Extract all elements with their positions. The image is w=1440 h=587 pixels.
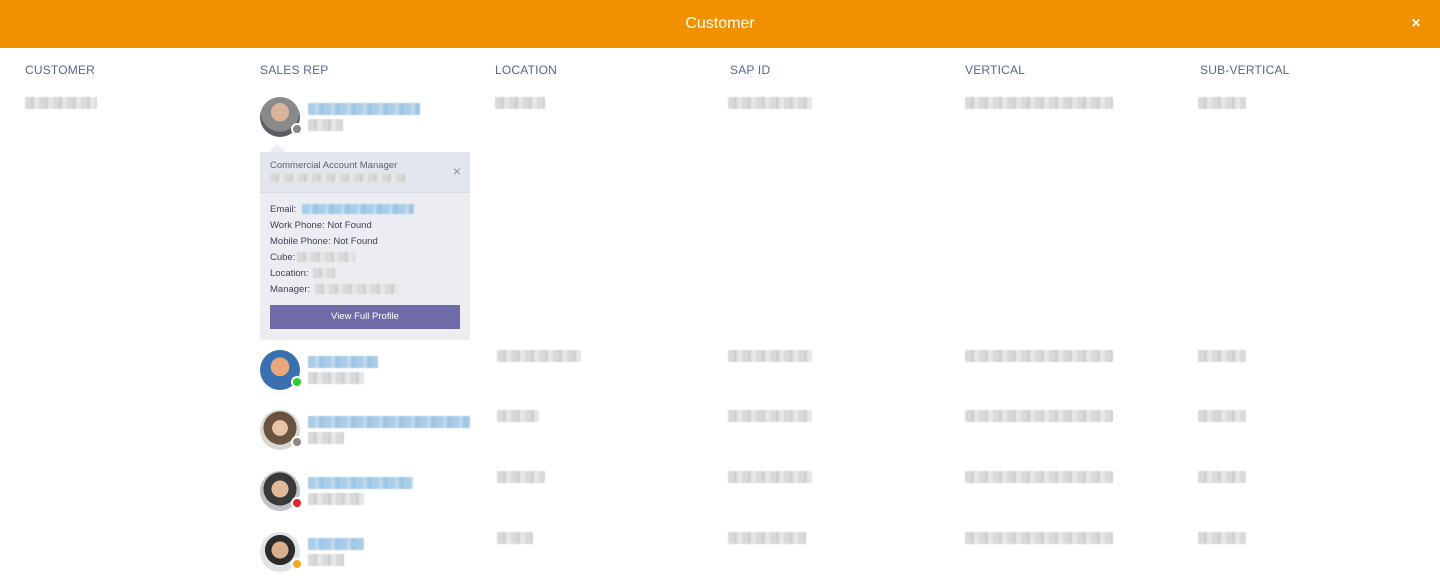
location-redacted (495, 97, 545, 109)
vertical-redacted (965, 471, 1113, 483)
sap-id-redacted (728, 97, 812, 109)
popover-location-redacted (313, 268, 335, 278)
vertical-redacted (965, 410, 1113, 422)
sub-vertical-redacted (1198, 350, 1246, 362)
sales-rep-name-redacted[interactable] (308, 477, 413, 489)
column-header-sap-id[interactable]: SAP ID (730, 63, 770, 77)
vertical-redacted (965, 532, 1113, 544)
popover-role: Commercial Account Manager (270, 160, 398, 171)
popover-cube-redacted (297, 252, 355, 262)
sales-rep-subtitle-redacted (308, 432, 344, 444)
column-header-sub-vertical[interactable]: SUB-VERTICAL (1200, 63, 1290, 77)
popover-location-label: Location: (270, 268, 309, 279)
column-header-sales-rep[interactable]: SALES REP (260, 63, 329, 77)
column-header-location[interactable]: LOCATION (495, 63, 557, 77)
sap-id-redacted (728, 350, 812, 362)
sales-rep-name-redacted[interactable] (308, 416, 470, 428)
popover-work-phone: Work Phone: Not Found (270, 220, 372, 231)
popover-name-redacted (270, 174, 406, 182)
popover-manager-redacted (315, 284, 399, 294)
popover-manager-label: Manager: (270, 284, 311, 295)
status-offline-icon (291, 123, 303, 135)
sap-id-redacted (728, 471, 812, 483)
status-offline-icon (291, 436, 303, 448)
customer-name-redacted (25, 97, 97, 109)
sap-id-redacted (728, 532, 806, 544)
sales-rep-subtitle-redacted (308, 554, 344, 566)
sales-rep-name-redacted[interactable] (308, 356, 378, 368)
modal-title: Customer (685, 15, 755, 32)
popover-email-redacted[interactable] (302, 204, 414, 214)
sales-rep-subtitle-redacted (308, 493, 364, 505)
vertical-redacted (965, 97, 1113, 109)
sub-vertical-redacted (1198, 471, 1246, 483)
sales-rep-subtitle-redacted (308, 119, 343, 131)
vertical-redacted (965, 350, 1113, 362)
close-icon[interactable]: × (1406, 14, 1426, 34)
sap-id-redacted (728, 410, 812, 422)
location-redacted (497, 471, 545, 483)
modal-header: Customer × (0, 0, 1440, 48)
popover-cube-label: Cube: (270, 252, 296, 263)
sales-rep-name-redacted[interactable] (308, 103, 420, 115)
profile-popover: Commercial Account Manager × Email: Work… (260, 152, 470, 340)
sub-vertical-redacted (1198, 410, 1246, 422)
location-redacted (497, 350, 581, 362)
sub-vertical-redacted (1198, 97, 1246, 109)
location-redacted (497, 410, 539, 422)
sub-vertical-redacted (1198, 532, 1246, 544)
column-header-vertical[interactable]: VERTICAL (965, 63, 1025, 77)
location-redacted (497, 532, 533, 544)
popover-close-icon[interactable]: × (453, 164, 461, 178)
status-busy-icon (291, 497, 303, 509)
popover-mobile-phone: Mobile Phone: Not Found (270, 236, 378, 247)
sales-rep-name-redacted[interactable] (308, 538, 364, 550)
popover-email-label: Email: (270, 204, 297, 215)
column-header-customer[interactable]: CUSTOMER (25, 63, 95, 77)
view-full-profile-button[interactable]: View Full Profile (270, 305, 460, 329)
popover-header: Commercial Account Manager × (260, 152, 470, 193)
status-away-icon (291, 558, 303, 570)
sales-rep-subtitle-redacted (308, 372, 364, 384)
status-available-icon (291, 376, 303, 388)
